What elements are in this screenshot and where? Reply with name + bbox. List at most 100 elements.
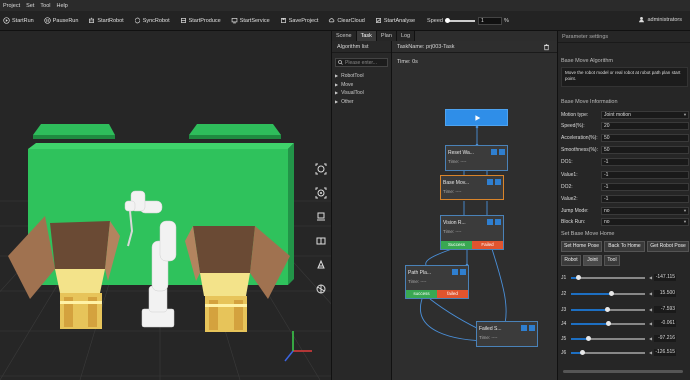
chevron-down-icon: ▼ [683, 218, 687, 224]
joint-value[interactable]: -0.061 [654, 320, 677, 327]
task-flow-editor[interactable]: TaskName: prj003-Task Time: 0s Reset Wa.… [392, 41, 558, 380]
joint-slider-knob[interactable] [586, 335, 592, 341]
chevron-left-icon[interactable]: ◀ [649, 336, 652, 341]
algorithm-item-other[interactable]: ▶ Other [332, 98, 391, 107]
mode-tool-button[interactable]: Tool [604, 255, 620, 266]
algorithm-search-input[interactable]: Please enter... [335, 58, 388, 67]
flow-node-path-plan[interactable]: Path Pla... Time: ---- success failed [405, 265, 469, 299]
back-to-home-button[interactable]: Back To Home [604, 241, 645, 252]
view-iso-icon[interactable] [315, 283, 327, 295]
node-edit-icon[interactable] [487, 179, 493, 185]
view-fit-icon[interactable] [315, 163, 327, 175]
algorithm-item-robottool[interactable]: ▶ RobotTool [332, 72, 391, 81]
view-side-icon[interactable] [315, 259, 327, 271]
value2-field[interactable]: -1 [601, 194, 689, 203]
menu-project[interactable]: Project [3, 3, 20, 9]
tab-plan[interactable]: Plan [376, 31, 397, 41]
speed-slider-knob[interactable] [444, 17, 450, 23]
block-run-select[interactable]: no ▼ [601, 217, 689, 226]
start-run-button[interactable]: StartRun [3, 17, 34, 24]
save-project-button[interactable]: SaveProject [280, 17, 318, 24]
node-delete-icon[interactable] [529, 325, 535, 331]
view-front-icon[interactable] [315, 235, 327, 247]
chevron-left-icon[interactable]: ◀ [649, 307, 652, 312]
tab-log[interactable]: Log [396, 31, 416, 41]
speed-field[interactable]: 20 [601, 121, 689, 130]
horizontal-scrollbar[interactable] [563, 370, 683, 373]
start-service-button[interactable]: StartService [231, 17, 270, 24]
joint-slider-knob[interactable] [606, 320, 611, 326]
pause-run-button[interactable]: PauseRun [44, 17, 78, 24]
speed-slider[interactable] [444, 17, 475, 23]
flow-node-failed[interactable]: Failed S... Time: ---- [476, 321, 538, 347]
node-edit-icon[interactable] [487, 219, 493, 225]
set-home-pose-button[interactable]: Set Home Pose [561, 241, 602, 252]
success-port[interactable]: Success [441, 241, 472, 249]
flow-node-reset[interactable]: Reset Wa... Time: ---- [445, 145, 508, 171]
node-delete-icon[interactable] [495, 179, 501, 185]
speed-input[interactable]: 1 [477, 16, 502, 25]
joint-slider[interactable] [571, 306, 645, 312]
start-produce-button[interactable]: StartProduce [180, 17, 221, 24]
tab-task[interactable]: Task [356, 31, 377, 41]
sync-robot-button[interactable]: SyncRobot [134, 17, 170, 24]
joint-value[interactable]: -97.216 [654, 335, 677, 342]
do1-field[interactable]: -1 [601, 157, 689, 166]
joint-slider-knob[interactable] [580, 349, 586, 355]
start-robot-button[interactable]: StartRobot [88, 17, 124, 24]
joint-slider-knob[interactable] [608, 290, 614, 296]
scene-3d-viewport[interactable] [0, 31, 331, 380]
failed-port[interactable]: failed [437, 290, 468, 298]
joint-slider[interactable] [571, 349, 645, 355]
menu-set[interactable]: Set [26, 3, 34, 9]
joint-value[interactable]: -126.515 [654, 349, 677, 356]
mode-joint-button[interactable]: Joint [583, 255, 602, 266]
chevron-left-icon[interactable]: ◀ [649, 275, 652, 280]
jump-mode-select[interactable]: no ▼ [601, 206, 689, 215]
chevron-left-icon[interactable]: ◀ [649, 321, 652, 326]
smoothness-field[interactable]: 50 [601, 145, 689, 154]
joint-slider-knob[interactable] [604, 306, 610, 312]
chevron-left-icon[interactable]: ◀ [649, 291, 652, 296]
flow-node-base-move[interactable]: Base Mov... Time: ---- [440, 175, 504, 200]
joint-slider-knob[interactable] [576, 274, 582, 280]
node-delete-icon[interactable] [495, 219, 501, 225]
node-edit-icon[interactable] [452, 269, 458, 275]
acceleration-field[interactable]: 50 [601, 133, 689, 142]
menu-help[interactable]: Help [56, 3, 67, 9]
analyse-icon [375, 18, 381, 23]
joint-slider[interactable] [571, 320, 645, 326]
menu-tool[interactable]: Tool [40, 3, 50, 9]
tab-scene[interactable]: Scene [332, 31, 357, 41]
motion-type-select[interactable]: Joint motion ▼ [601, 110, 689, 119]
joint-value[interactable]: -7.593 [654, 306, 677, 313]
do2-field[interactable]: -1 [601, 182, 689, 191]
node-edit-icon[interactable] [521, 325, 527, 331]
value1-field[interactable]: -1 [601, 170, 689, 179]
get-robot-pose-button[interactable]: Get Robot Pose [647, 241, 689, 252]
joint-slider[interactable] [571, 274, 645, 280]
flow-node-vision[interactable]: Vision R... Time: ---- Success Failed [440, 215, 504, 250]
task-panel: Scene Task Plan Log Algorithm list Pleas… [331, 31, 558, 380]
chevron-left-icon[interactable]: ◀ [649, 350, 652, 355]
joint-slider[interactable] [571, 290, 645, 296]
node-delete-icon[interactable] [499, 149, 505, 155]
algorithm-item-visualtool[interactable]: ▶ VisualTool [332, 89, 391, 98]
clear-cloud-button[interactable]: ClearCloud [328, 17, 365, 24]
node-delete-icon[interactable] [460, 269, 466, 275]
cloud-icon [329, 18, 335, 23]
joint-label: J6 [561, 349, 567, 356]
start-analyse-button[interactable]: StartAnalyse [375, 17, 415, 24]
joint-slider[interactable] [571, 335, 645, 341]
joint-value[interactable]: -147.115 [654, 274, 677, 281]
algorithm-item-move[interactable]: ▶ Move [332, 81, 391, 90]
user-menu[interactable]: administrators [638, 16, 682, 23]
joint-value[interactable]: 15.500 [654, 290, 677, 297]
view-top-icon[interactable] [315, 211, 327, 223]
node-edit-icon[interactable] [491, 149, 497, 155]
success-port[interactable]: success [406, 290, 437, 298]
failed-port[interactable]: Failed [472, 241, 503, 249]
view-zoom-icon[interactable] [315, 187, 327, 199]
mode-robot-button[interactable]: Robot [561, 255, 581, 266]
start-node[interactable] [445, 109, 508, 126]
